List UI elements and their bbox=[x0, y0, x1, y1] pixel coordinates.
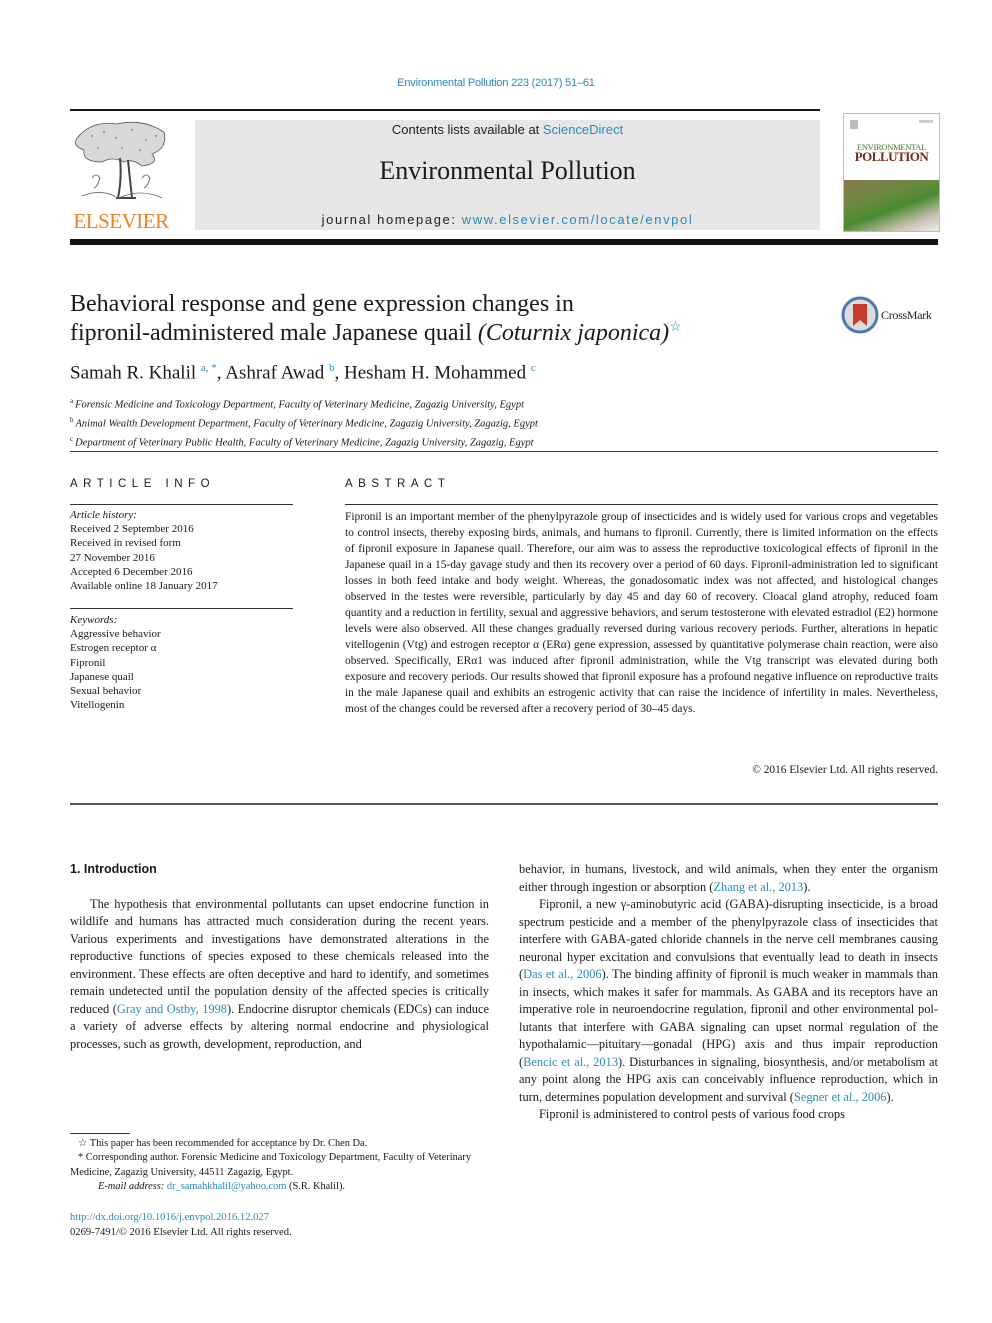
abstract-bottom-rule bbox=[70, 803, 938, 805]
citation-link[interactable]: Zhang et al., 2013 bbox=[713, 880, 803, 894]
author-name: Ashraf Awad bbox=[225, 362, 325, 384]
footnotes: ☆ This paper has been recommended for ac… bbox=[70, 1137, 489, 1194]
journal-cover-thumbnail[interactable]: ENVIRONMENTAL POLLUTION bbox=[843, 113, 940, 232]
author-affiliation-link[interactable]: c bbox=[531, 362, 536, 374]
author-affiliation-link[interactable]: a, * bbox=[201, 362, 217, 374]
elsevier-wordmark: ELSEVIER bbox=[73, 209, 169, 233]
cover-logo-icon bbox=[850, 120, 858, 129]
title-line1: Behavioral response and gene expression … bbox=[70, 291, 574, 317]
abstract-heading: ABSTRACT bbox=[345, 478, 451, 490]
keyword-item: Vitellogenin bbox=[70, 699, 125, 712]
author-affiliation-link[interactable]: b bbox=[329, 362, 335, 374]
history-item: Accepted 6 December 2016 bbox=[70, 565, 193, 578]
section-heading-introduction: 1. Introduction bbox=[70, 862, 157, 876]
affiliations: a Forensic Medicine and Toxicology Depart… bbox=[70, 394, 538, 451]
footnote-recommendation: ☆ This paper has been recommended for ac… bbox=[78, 1138, 368, 1149]
keyword-item: Fipronil bbox=[70, 656, 106, 669]
body-column-right: behavior, in humans, livestock, and wild… bbox=[519, 861, 938, 1124]
footnote-corresponding-author: * Corresponding author. Forensic Medicin… bbox=[70, 1152, 472, 1178]
history-item: 27 November 2016 bbox=[70, 551, 155, 564]
section-divider bbox=[70, 451, 938, 452]
crossmark-icon bbox=[841, 296, 879, 334]
homepage-prefix: journal homepage: bbox=[321, 212, 462, 227]
header-rule bbox=[70, 109, 820, 111]
crossmark-label: CrossMark bbox=[881, 308, 932, 322]
elsevier-logo[interactable]: ELSEVIER bbox=[70, 118, 172, 232]
doi-block: http://dx.doi.org/10.1016/j.envpol.2016.… bbox=[70, 1210, 292, 1240]
running-head[interactable]: Environmental Pollution 223 (2017) 51–61 bbox=[0, 77, 992, 89]
keyword-item: Estrogen receptor α bbox=[70, 642, 157, 655]
citation-link[interactable]: Gray and Ostby, 1998 bbox=[117, 1002, 227, 1016]
abstract-copyright: © 2016 Elsevier Ltd. All rights reserved… bbox=[752, 764, 938, 776]
body-column-left: 1. Introduction The hypothesis that envi… bbox=[70, 861, 489, 1053]
footnote-email: E-mail address: dr_samahkhalil@yahoo.com… bbox=[98, 1180, 345, 1192]
body-paragraph: Fipronil is administered to control pest… bbox=[539, 1107, 845, 1121]
keyword-item: Aggressive behavior bbox=[70, 628, 161, 641]
article-info-rule bbox=[70, 504, 293, 505]
title-line2: fipronil-administered male Japanese quai… bbox=[70, 320, 478, 346]
article-info-heading: ARTICLE INFO bbox=[70, 478, 216, 490]
journal-title: Environmental Pollution bbox=[379, 156, 636, 185]
email-link[interactable]: dr_samahkhalil@yahoo.com bbox=[167, 1181, 287, 1192]
email-label: E-mail address: bbox=[98, 1180, 167, 1192]
abstract-text: Fipronil is an important member of the p… bbox=[345, 511, 938, 715]
keywords: Keywords: Aggressive behavior Estrogen r… bbox=[70, 613, 293, 712]
body-paragraph: The hypothesis that environmental pollut… bbox=[70, 896, 489, 1051]
author-name: Samah R. Khalil bbox=[70, 362, 197, 384]
body-paragraph: Fipronil, a new γ-aminobutyric acid (GAB… bbox=[519, 897, 938, 1104]
keyword-item: Sexual behavior bbox=[70, 685, 142, 698]
citation-link[interactable]: Bencic et al., 2013 bbox=[523, 1055, 618, 1069]
crossmark-button[interactable]: CrossMark bbox=[841, 296, 941, 336]
keywords-label: Keywords: bbox=[70, 614, 118, 626]
author-list: Samah R. Khalil a, *, Ashraf Awad b, Hes… bbox=[70, 362, 536, 384]
body-paragraph: behavior, in humans, livestock, and wild… bbox=[519, 862, 938, 894]
article-history-label: Article history: bbox=[70, 509, 137, 521]
keywords-rule bbox=[70, 608, 293, 609]
affiliation-item: a Forensic Medicine and Toxicology Depart… bbox=[70, 397, 524, 411]
keyword-item: Japanese quail bbox=[70, 670, 134, 683]
title-species: (Coturnix japonica) bbox=[477, 320, 670, 346]
header-thick-rule bbox=[70, 239, 938, 245]
journal-banner: Contents lists available at ScienceDirec… bbox=[195, 120, 820, 230]
article-history: Article history: Received 2 September 20… bbox=[70, 508, 293, 593]
homepage-line: journal homepage: www.elsevier.com/locat… bbox=[195, 212, 820, 227]
title-footnote-star[interactable]: ☆ bbox=[669, 320, 682, 335]
citation-link[interactable]: Segner et al., 2006 bbox=[794, 1090, 887, 1104]
elsevier-tree-icon bbox=[75, 121, 166, 199]
doi-link[interactable]: http://dx.doi.org/10.1016/j.envpol.2016.… bbox=[70, 1212, 269, 1223]
cover-issn-mark bbox=[919, 120, 933, 123]
journal-homepage-link[interactable]: www.elsevier.com/locate/envpol bbox=[462, 212, 694, 227]
contents-prefix: Contents lists available at bbox=[391, 122, 543, 137]
affiliation-item: b Animal Wealth Development Department, F… bbox=[70, 416, 538, 430]
sciencedirect-link[interactable]: ScienceDirect bbox=[543, 122, 623, 137]
issn-copyright: 0269-7491/© 2016 Elsevier Ltd. All right… bbox=[70, 1227, 292, 1238]
history-item: Available online 18 January 2017 bbox=[70, 580, 218, 593]
cover-title-line2: POLLUTION bbox=[854, 149, 929, 164]
footnote-rule bbox=[70, 1133, 130, 1134]
history-item: Received in revised form bbox=[70, 537, 181, 550]
cover-image bbox=[844, 180, 939, 231]
paper-title: Behavioral response and gene expression … bbox=[70, 290, 810, 348]
history-item: Received 2 September 2016 bbox=[70, 523, 194, 536]
author-name: Hesham H. Mohammed bbox=[344, 362, 527, 384]
abstract-rule bbox=[345, 504, 938, 505]
affiliation-item: c Department of Veterinary Public Health,… bbox=[70, 435, 534, 449]
citation-link[interactable]: Das et al., 2006 bbox=[523, 967, 601, 981]
contents-line: Contents lists available at ScienceDirec… bbox=[195, 122, 820, 137]
